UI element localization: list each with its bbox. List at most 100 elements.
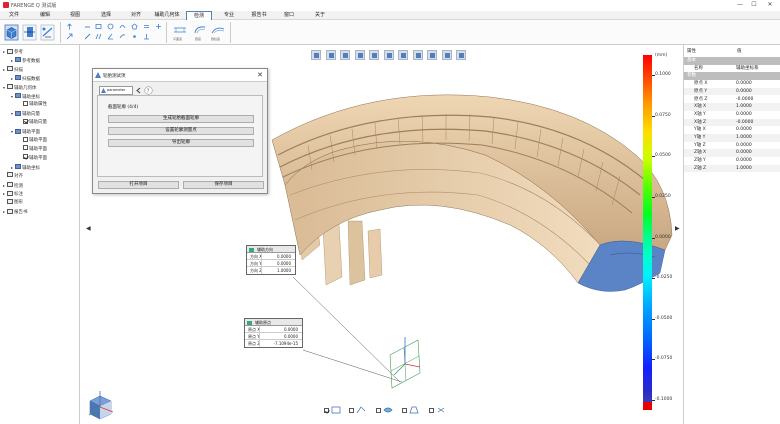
menu-inspect[interactable]: 检测 — [186, 11, 212, 20]
tree-item[interactable]: 辅助向量 — [19, 118, 47, 127]
property-value[interactable]: 0.0000 — [736, 80, 752, 88]
tree-visibility-checkbox[interactable] — [23, 145, 28, 151]
close-button[interactable]: ✕ — [765, 1, 775, 9]
vector-info-icon — [249, 247, 254, 252]
tree-item[interactable]: ▸ 检测 — [3, 182, 23, 190]
help-icon[interactable]: ? — [144, 86, 153, 95]
tree-item[interactable]: ▸ 扫描 — [3, 66, 23, 74]
plane-tool-icon[interactable] — [40, 24, 55, 41]
open-project-button[interactable]: 打开项目 — [98, 181, 179, 189]
circle-icon[interactable] — [107, 23, 114, 30]
tree-visibility-checkbox[interactable] — [23, 118, 28, 124]
maximize-button[interactable]: ☐ — [749, 1, 759, 9]
tree-item[interactable]: 对齐 — [3, 172, 23, 181]
cube-tool-icon[interactable] — [4, 24, 19, 41]
flatness-icon[interactable] — [172, 24, 188, 35]
tree-item[interactable]: ▾ 辅助平面 — [11, 128, 40, 136]
curve-icon[interactable] — [119, 33, 126, 40]
tree-item[interactable]: 图形 — [3, 198, 23, 207]
parallel-icon[interactable] — [95, 33, 102, 40]
property-value[interactable]: 1.0000 — [736, 134, 752, 142]
property-value[interactable]: 辅助坐标系 — [736, 65, 759, 73]
tree-item[interactable]: 辅助平面 — [19, 145, 47, 154]
menu-select[interactable]: 选择 — [94, 11, 118, 20]
tree-item[interactable]: ▸ 参考数据 — [11, 57, 40, 65]
cross-icon[interactable] — [155, 23, 162, 30]
selection-filter[interactable] — [349, 406, 369, 415]
menu-edit[interactable]: 编辑 — [33, 11, 57, 20]
selection-filter[interactable] — [429, 406, 449, 415]
tree-item-label: 辅助几何体 — [14, 85, 37, 91]
filter-checkbox[interactable] — [349, 408, 354, 413]
rect-icon[interactable] — [95, 23, 102, 30]
property-value[interactable]: 1.0000 — [736, 103, 752, 111]
tree-item[interactable]: ▸ 辅助坐标 — [11, 164, 40, 172]
prev-step-icon[interactable] — [135, 87, 142, 94]
tab-parameter[interactable]: parameter — [99, 86, 133, 95]
tree-item[interactable]: 辅助平面 — [19, 136, 47, 145]
tree-visibility-checkbox[interactable] — [23, 154, 28, 160]
viewport-right-arrow[interactable]: ▶ — [675, 225, 680, 232]
minimize-button[interactable]: — — [735, 1, 745, 9]
vector-tilt-icon[interactable] — [66, 33, 73, 40]
filter-checkbox[interactable] — [376, 408, 381, 413]
slash-line-icon[interactable] — [84, 33, 91, 40]
menu-window[interactable]: 窗口 — [277, 11, 301, 20]
tree-item[interactable]: ▾ 辅助向量 — [11, 110, 40, 118]
generate-profile-button[interactable]: 生成轮胎截面轮廓 — [108, 115, 254, 123]
viewport-left-arrow[interactable]: ◀ — [86, 225, 91, 232]
arc-icon[interactable] — [119, 23, 126, 30]
property-value[interactable]: 0.0000 — [736, 142, 752, 150]
dialog-close-button[interactable]: ✕ — [257, 71, 263, 79]
menu-report[interactable]: 报告书 — [246, 11, 272, 20]
tree-item[interactable]: ▾ 辅助几何体 — [3, 84, 37, 92]
point-icon[interactable] — [131, 33, 138, 40]
filter-checkbox[interactable] — [429, 408, 434, 413]
selection-filter[interactable] — [376, 406, 396, 415]
tree-item[interactable]: ▸ 标注 — [3, 190, 23, 198]
property-value[interactable]: 0.0000 — [736, 88, 752, 96]
tree-item[interactable]: ▸ 扫描数据 — [11, 75, 40, 83]
tree-visibility-checkbox[interactable] — [23, 100, 28, 106]
export-profile-button[interactable]: 导出轮廓 — [108, 139, 254, 147]
polygon-icon[interactable] — [131, 23, 138, 30]
ribbon-toolbar: 平面度 圆度 圆柱度 — [0, 20, 780, 45]
property-value[interactable]: 0.0000 — [736, 149, 752, 157]
menu-about[interactable]: 关于 — [308, 11, 332, 20]
tree-item[interactable]: 辅助属性 — [19, 100, 47, 109]
cylindricity-icon[interactable] — [210, 24, 226, 35]
perp-icon[interactable] — [143, 33, 150, 40]
property-value[interactable]: 0.0000 — [736, 126, 752, 134]
menu-aux-geometry[interactable]: 辅助几何体 — [151, 11, 183, 20]
tree-visibility-checkbox[interactable] — [23, 136, 28, 142]
equal-icon[interactable] — [143, 23, 150, 30]
line-icon[interactable] — [84, 23, 91, 30]
tree-item[interactable]: ▸ 报告书 — [3, 208, 28, 216]
menu-align[interactable]: 对齐 — [124, 11, 148, 20]
nav-cube[interactable] — [88, 391, 114, 420]
set-measure-points-button[interactable]: 设置轮廓测量点 — [108, 127, 254, 135]
property-value[interactable]: 0.0000 — [736, 157, 752, 165]
selection-filter[interactable] — [402, 406, 422, 415]
menu-professional[interactable]: 专业 — [217, 11, 241, 20]
node-icon — [15, 164, 21, 170]
roundness-icon[interactable] — [192, 24, 208, 35]
filter-checkbox[interactable] — [402, 408, 407, 413]
save-project-button[interactable]: 保存项目 — [183, 181, 264, 189]
property-value[interactable]: 0.0000 — [736, 111, 752, 119]
vector-up-icon[interactable] — [66, 23, 73, 30]
menu-view[interactable]: 视图 — [63, 11, 87, 20]
property-value[interactable]: 1.0000 — [736, 165, 752, 173]
menu-file[interactable]: 文件 — [2, 11, 26, 20]
properties-panel: 属性 值 基本 名称 辅助坐标系 参数 原点 X 0.0000 原点 Y 0.0000 原点 Z… — [683, 45, 780, 424]
axis-tool-icon[interactable] — [22, 24, 37, 41]
tree-item[interactable]: ▾ 辅助坐标 — [11, 93, 40, 101]
tree-item[interactable]: 辅助平面 — [19, 154, 47, 163]
selection-filter[interactable] — [324, 406, 344, 415]
property-value[interactable]: -0.0000 — [736, 119, 753, 127]
angle-icon[interactable] — [107, 33, 114, 40]
property-group: 参数 — [684, 72, 780, 81]
tree-item[interactable]: ▸ 参考 — [3, 48, 23, 56]
filter-checkbox[interactable] — [324, 408, 329, 413]
property-value[interactable]: -0.0000 — [736, 96, 753, 104]
